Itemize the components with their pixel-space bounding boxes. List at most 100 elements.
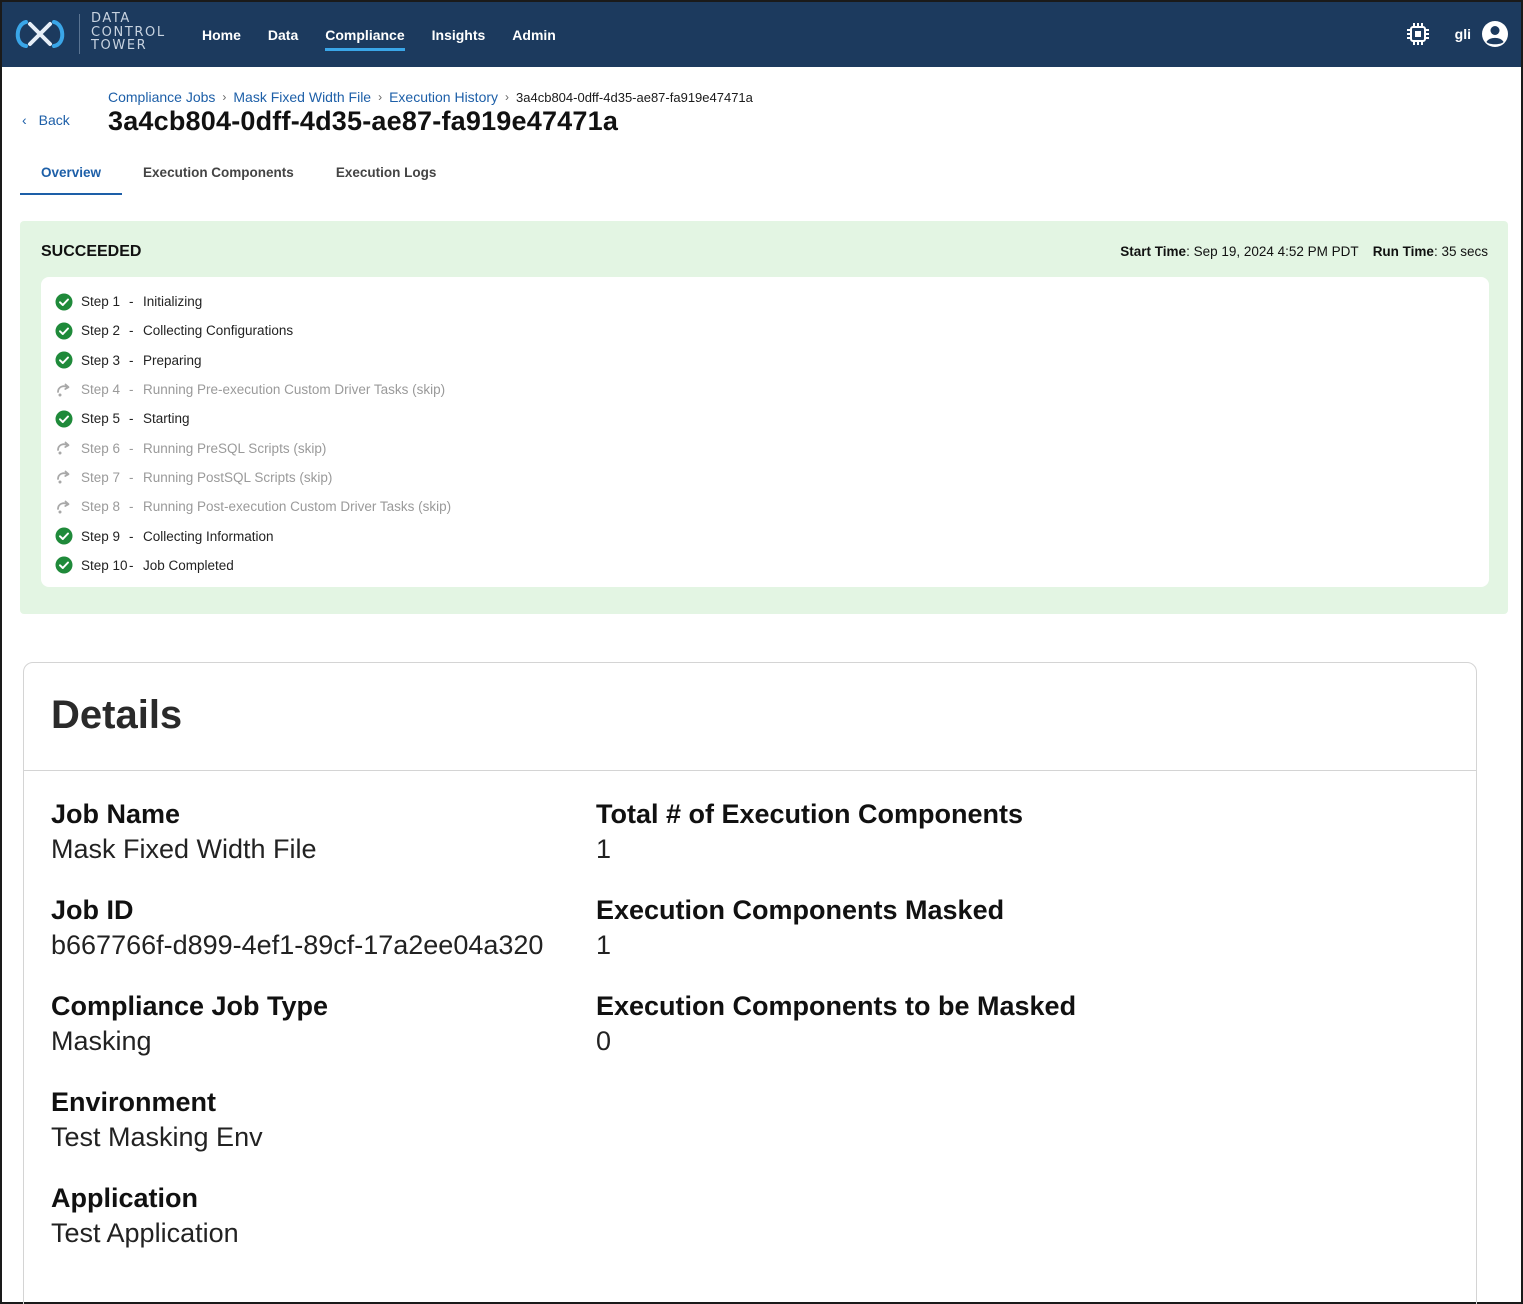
step-label: Running Pre-execution Custom Driver Task… — [143, 382, 446, 398]
check-circle-icon — [55, 556, 73, 574]
user-name[interactable]: gli — [1455, 26, 1471, 42]
step-label: Collecting Information — [143, 528, 274, 544]
run-time-label: Run Time — [1372, 244, 1434, 259]
nav-compliance[interactable]: Compliance — [325, 21, 405, 51]
step-number: Step 8 — [81, 499, 121, 515]
step-row: Step 10- Job Completed — [41, 551, 1489, 580]
field-label: Execution Components to be Masked — [596, 991, 1077, 1021]
step-number: Step 9 — [81, 528, 121, 544]
nav-admin[interactable]: Admin — [512, 21, 556, 49]
product-wordmark: DATA CONTROL TOWER — [91, 12, 166, 53]
nav-insights[interactable]: Insights — [432, 21, 486, 49]
back-link[interactable]: ‹ Back — [22, 112, 70, 128]
field-compliance-job-type: Compliance Job Type Masking — [51, 991, 328, 1057]
tab-overview[interactable]: Overview — [20, 155, 123, 195]
step-row: Step 9- Collecting Information — [41, 521, 1489, 550]
chevron-right-icon: › — [378, 90, 383, 104]
step-label: Running PreSQL Scripts (skip) — [143, 440, 327, 456]
nav-data[interactable]: Data — [268, 21, 298, 49]
field-label: Job Name — [51, 799, 181, 829]
step-row: Step 7- Running PostSQL Scripts (skip) — [41, 463, 1489, 492]
field-label: Compliance Job Type — [51, 991, 329, 1021]
step-number: Step 5 — [81, 411, 121, 427]
field-job-id: Job ID b667766f-d899-4ef1-89cf-17a2ee04a… — [51, 895, 543, 961]
check-circle-icon — [55, 351, 73, 369]
step-row: Step 4- Running Pre-execution Custom Driv… — [41, 375, 1489, 404]
step-label: Preparing — [143, 352, 202, 368]
step-label: Collecting Configurations — [143, 323, 294, 339]
breadcrumb-execution-history[interactable]: Execution History — [389, 89, 498, 105]
step-label: Job Completed — [143, 557, 234, 573]
chip-settings-icon[interactable] — [1405, 21, 1431, 47]
field-label: Job ID — [51, 895, 134, 925]
execution-meta: Start Time: Sep 19, 2024 4:52 PM PDT Run … — [1120, 244, 1488, 259]
step-separator: - — [129, 440, 134, 456]
step-row: Step 8- Running Post-execution Custom Dri… — [41, 492, 1489, 521]
check-circle-icon — [55, 410, 73, 428]
field-label: Environment — [51, 1087, 217, 1117]
start-time-label: Start Time — [1120, 244, 1187, 259]
run-time-value: 35 secs — [1441, 244, 1488, 259]
wordmark-line-2: CONTROL — [91, 24, 166, 40]
field-value: 1 — [596, 834, 612, 864]
field-job-name: Job Name Mask Fixed Width File — [51, 799, 317, 865]
field-value: b667766f-d899-4ef1-89cf-17a2ee04a320 — [51, 930, 544, 960]
step-label: Running Post-execution Custom Driver Tas… — [143, 499, 452, 515]
step-separator: - — [129, 323, 134, 339]
step-separator: - — [129, 557, 134, 573]
field-execution-components-masked: Execution Components Masked 1 — [596, 895, 1004, 961]
main-nav: Home Data Compliance Insights Admin — [202, 2, 583, 67]
field-execution-components-to-be-masked: Execution Components to be Masked 0 — [596, 991, 1076, 1057]
details-divider — [24, 770, 1476, 771]
page-title: 3a4cb804-0dff-4d35-ae87-fa919e47471a — [108, 106, 619, 136]
step-row: Step 5- Starting — [41, 404, 1489, 433]
tab-bar: Overview Execution Components Execution … — [20, 155, 457, 195]
start-time-value: Sep 19, 2024 4:52 PM PDT — [1193, 244, 1359, 259]
top-right-controls: gli — [1405, 20, 1509, 48]
tab-execution-components[interactable]: Execution Components — [122, 155, 315, 195]
field-value: 0 — [596, 1026, 612, 1056]
step-separator: - — [129, 382, 134, 398]
field-label: Application — [51, 1183, 198, 1213]
user-avatar-icon[interactable] — [1481, 20, 1509, 48]
delphix-logo-icon[interactable] — [12, 18, 68, 50]
skip-icon — [57, 500, 70, 514]
field-value: Mask Fixed Width File — [51, 834, 317, 864]
field-label: Execution Components Masked — [596, 895, 1005, 925]
steps-list: Step 1- Initializing Step 2- Collecting Con… — [41, 277, 1489, 587]
step-number: Step 3 — [81, 352, 121, 368]
chevron-right-icon: › — [505, 90, 510, 104]
step-label: Running PostSQL Scripts (skip) — [143, 469, 333, 485]
back-label: Back — [38, 112, 70, 128]
details-card: Details Job Name Mask Fixed Width File J… — [23, 662, 1477, 1304]
step-separator: - — [129, 294, 134, 310]
step-separator: - — [129, 352, 134, 368]
wordmark-line-1: DATA — [91, 11, 131, 26]
details-title: Details — [51, 693, 183, 737]
breadcrumb: Compliance Jobs › Mask Fixed Width File … — [108, 89, 753, 105]
wordmark-line-3: TOWER — [91, 38, 148, 53]
step-number: Step 1 — [81, 294, 121, 310]
status-badge: SUCCEEDED — [41, 243, 142, 260]
chevron-right-icon: › — [222, 90, 227, 104]
step-number: Step 2 — [81, 323, 121, 339]
step-separator: - — [129, 469, 134, 485]
chevron-left-icon: ‹ — [22, 112, 27, 128]
step-number: Step 7 — [81, 469, 121, 485]
breadcrumb-job[interactable]: Mask Fixed Width File — [233, 89, 371, 105]
step-separator: - — [129, 528, 134, 544]
execution-status-panel: SUCCEEDED Start Time: Sep 19, 2024 4:52 … — [20, 221, 1508, 614]
check-circle-icon — [55, 527, 73, 545]
nav-home[interactable]: Home — [202, 21, 241, 49]
breadcrumb-compliance-jobs[interactable]: Compliance Jobs — [108, 89, 215, 105]
step-row: Step 6- Running PreSQL Scripts (skip) — [41, 433, 1489, 462]
skip-icon — [57, 471, 70, 484]
skip-icon — [57, 383, 70, 397]
step-row: Step 1- Initializing — [41, 287, 1489, 316]
top-navigation-bar: DATA CONTROL TOWER Home Data Compliance … — [2, 2, 1521, 67]
field-environment: Environment Test Masking Env — [51, 1087, 263, 1153]
tab-execution-logs[interactable]: Execution Logs — [315, 155, 458, 195]
step-separator: - — [129, 411, 134, 427]
field-total-execution-components: Total # of Execution Components 1 — [596, 799, 1023, 865]
field-value: 1 — [596, 930, 612, 960]
